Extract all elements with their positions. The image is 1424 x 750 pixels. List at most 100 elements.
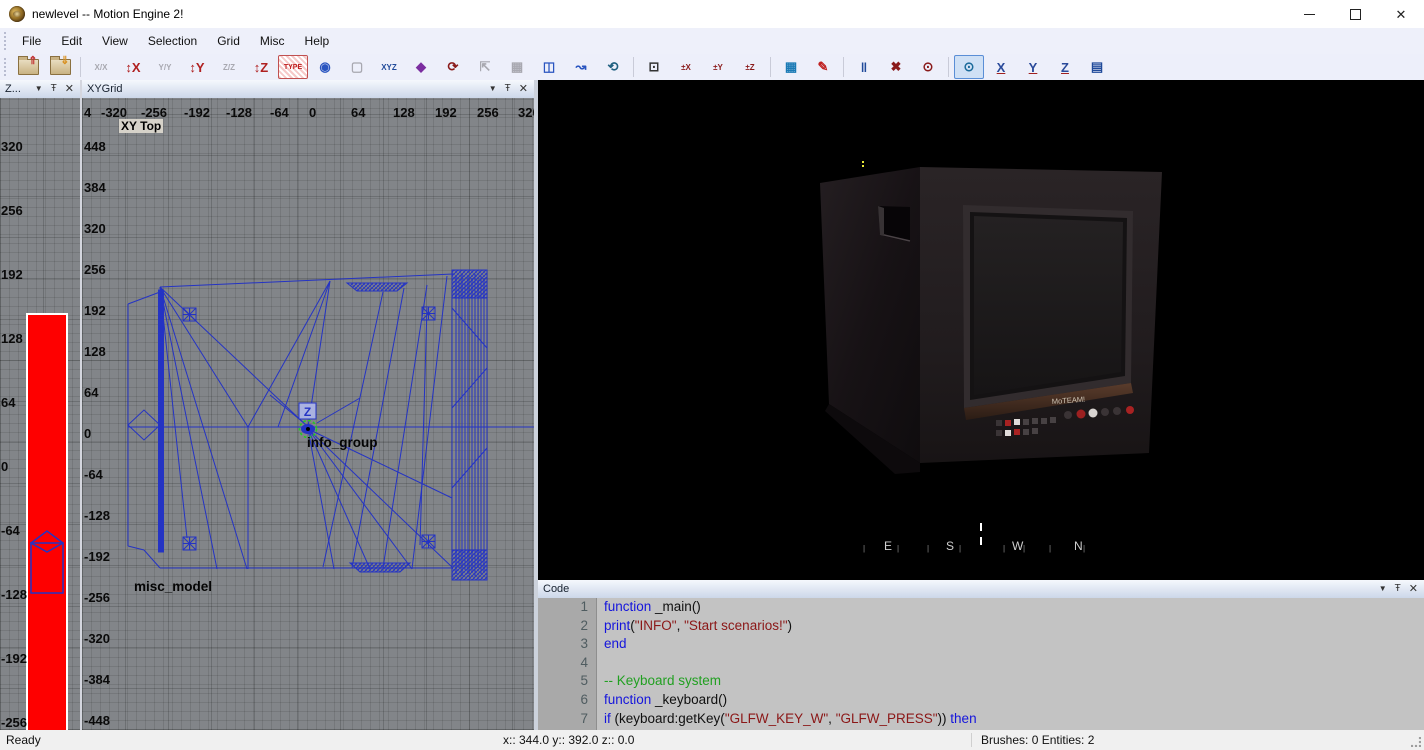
status-separator [971,733,972,747]
vector-icon[interactable]: ↝ [566,55,596,79]
toolbar-separator [948,57,949,77]
mouse-select-icon[interactable]: ◉ [310,55,340,79]
mirror-y-icon[interactable]: Y/Y [150,55,180,79]
scale-icon[interactable]: ⊡ [639,55,669,79]
chevron-down-icon[interactable]: ▼ [35,85,43,93]
chevron-down-icon[interactable]: ▼ [489,85,497,93]
minimize-icon [1304,14,1315,15]
code-panel-title: Code [538,583,1379,595]
compass-w: W [1012,539,1023,553]
mirror-x-icon[interactable]: X/X [86,55,116,79]
xy-grid-view[interactable]: 4-320-256-192-128-64064128192256320 4483… [82,98,534,730]
line-number: 7 [538,710,588,729]
grid-snap-icon[interactable]: ▦ [776,55,806,79]
ruler-label: 320 [1,140,23,154]
toolbar-separator [770,57,771,77]
line-number: 3 [538,635,588,654]
close-icon[interactable]: ✕ [65,85,74,93]
rotate-entity-icon[interactable]: ⊙ [913,55,943,79]
script-list-icon[interactable]: ▤ [1082,55,1112,79]
code-panel-header[interactable]: Code ▼ Ŧ ✕ [538,580,1424,599]
delete-icon[interactable]: ✖ [881,55,911,79]
ruler-label: 128 [1,332,23,346]
code-line[interactable]: 5-- Keyboard system [538,672,1424,691]
axis-y-icon[interactable]: Y [1018,55,1048,79]
axis-z-icon[interactable]: Z [1050,55,1080,79]
compass-e: E [884,539,892,553]
application-window: newlevel -- Motion Engine 2! ✕ FileEditV… [0,0,1424,750]
plus-minus-y-icon[interactable]: ±Y [703,55,733,79]
ruler-label: -192 [1,652,27,666]
type-brush-icon[interactable]: TYPE [278,55,308,79]
code-line[interactable]: 1function _main() [538,598,1424,617]
line-number: 5 [538,672,588,691]
close-button[interactable]: ✕ [1378,0,1424,28]
entity-gizmo: Z [270,395,360,438]
compass-tick: | [927,544,929,553]
measure-icon[interactable]: ‖ [849,55,879,79]
move-z-icon[interactable]: ↕Z [246,55,276,79]
menu-grip-handle[interactable] [3,32,8,50]
toolbar-separator [843,57,844,77]
code-line[interactable]: 3end [538,635,1424,654]
menu-item-help[interactable]: Help [295,31,340,51]
xyz-axes-icon[interactable]: XYZ [374,55,404,79]
rotate-mode-icon[interactable]: ⊙ [954,55,984,79]
code-line[interactable]: 4 [538,654,1424,673]
close-icon[interactable]: ✕ [519,85,528,93]
gizmo-axis-letter: Z [304,405,311,419]
toolbar-grip-handle[interactable] [3,58,8,76]
code-line[interactable]: 6function _keyboard() [538,691,1424,710]
maximize-button[interactable] [1332,0,1378,28]
line-number: 2 [538,617,588,636]
code-editor[interactable]: 1function _main()2print("INFO", "Start s… [538,598,1424,730]
menu-item-edit[interactable]: Edit [51,31,92,51]
code-line[interactable]: 7if (keyboard:getKey("GLFW_KEY_W", "GLFW… [538,710,1424,729]
pin-icon[interactable]: Ŧ [505,85,511,93]
compass-n: N [1074,539,1083,553]
node-link-icon[interactable]: ◫ [534,55,564,79]
3d-viewport[interactable]: MoTEAM! ESWN|||||||| [538,80,1424,580]
z-panel-header[interactable]: Z... ▼ Ŧ ✕ [0,80,80,99]
orbit-icon[interactable]: ⟲ [598,55,628,79]
camera-rotate-icon[interactable]: ⟳ [438,55,468,79]
code-line[interactable]: 2print("INFO", "Start scenarios!") [538,617,1424,636]
move-y-icon[interactable]: ↕Y [182,55,212,79]
close-icon[interactable]: ✕ [1409,585,1418,593]
wireframe-model: Z info_group misc_model [82,98,534,730]
move-x-icon[interactable]: ↕X [118,55,148,79]
menu-item-misc[interactable]: Misc [250,31,295,51]
menu-item-view[interactable]: View [92,31,138,51]
line-number: 1 [538,598,588,617]
tv-model: MoTEAM! [800,150,1180,480]
paste-special-icon[interactable]: ⇱ [470,55,500,79]
z-grid-view[interactable]: 320256192128640-64-128-192-256 [0,98,80,730]
xy-panel-header[interactable]: XYGrid ▼ Ŧ ✕ [82,80,534,99]
chevron-down-icon[interactable]: ▼ [1379,585,1387,593]
ruler-label: 0 [1,460,8,474]
mirror-z-icon[interactable]: Z/Z [214,55,244,79]
toolbar-separator [80,57,81,77]
menu-item-selection[interactable]: Selection [138,31,207,51]
paint-icon[interactable]: ✎ [808,55,838,79]
import-icon[interactable]: ⇑ [13,55,43,79]
solid-view-icon[interactable]: ◆ [406,55,436,79]
export-icon[interactable]: ⇓ [45,55,75,79]
toolbar-separator [633,57,634,77]
texture-view-icon[interactable]: ▦ [502,55,532,79]
line-number: 4 [538,654,588,673]
z-view-panel: Z... ▼ Ŧ ✕ 320256192128640-64-128-192-25… [0,80,80,730]
z-selection-cube [0,98,80,730]
marquee-select-icon[interactable]: ▢ [342,55,372,79]
minimize-button[interactable] [1286,0,1332,28]
menu-item-file[interactable]: File [12,31,51,51]
axis-x-icon[interactable]: X [986,55,1016,79]
plus-minus-x-icon[interactable]: ±X [671,55,701,79]
app-logo-icon [9,6,25,22]
plus-minus-z-icon[interactable]: ±Z [735,55,765,79]
pin-icon[interactable]: Ŧ [1395,585,1401,593]
pin-icon[interactable]: Ŧ [51,85,57,93]
workspace: Z... ▼ Ŧ ✕ 320256192128640-64-128-192-25… [0,80,1424,730]
menu-item-grid[interactable]: Grid [207,31,250,51]
resize-grip[interactable] [1411,737,1421,747]
